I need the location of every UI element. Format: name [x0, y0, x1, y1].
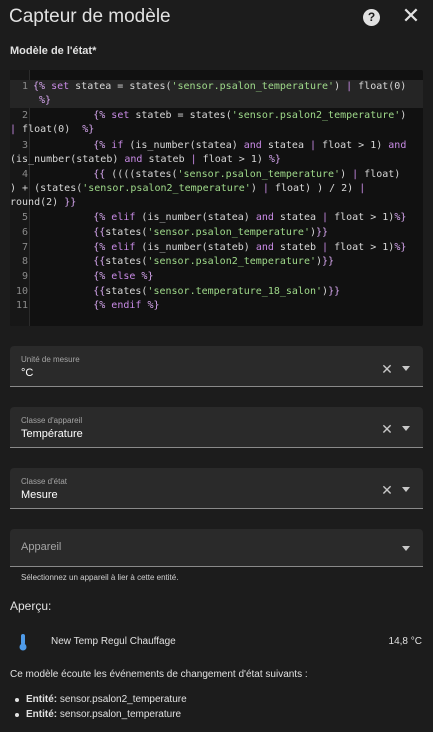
state-template-label: Modèle de l'état*: [10, 45, 97, 57]
preview-entity-state: 14,8 °C: [388, 636, 422, 647]
chevron-down-icon[interactable]: [402, 426, 410, 431]
line-number: 5: [21, 212, 28, 223]
line-number: 7: [21, 242, 28, 253]
code-text: {{states('sensor.psalon_temperature')}}: [93, 227, 329, 238]
list-item: Entité: sensor.psalon2_temperature: [15, 694, 187, 709]
code-line[interactable]: 11 {% endif %}: [10, 299, 423, 313]
entity-label: Entité: [26, 694, 54, 705]
code-line[interactable]: 2 {% set stateb = states('sensor.psalon2…: [10, 109, 423, 137]
listeners-list: Entité: sensor.psalon2_temperature Entit…: [15, 694, 187, 724]
code-text: {% set stateb = states('sensor.psalon2_t…: [10, 110, 407, 135]
listener-entity-id: sensor.psalon_temperature: [59, 709, 182, 720]
entity-label: Entité: [26, 709, 54, 720]
code-line[interactable]: 4 {{ ((((states('sensor.psalon_temperatu…: [10, 168, 423, 210]
line-number: 6: [21, 227, 28, 238]
line-number: 2: [21, 110, 28, 121]
listener-entity-id: sensor.psalon2_temperature: [59, 694, 187, 705]
code-text: {{states('sensor.temperature_18_salon')}…: [93, 286, 341, 297]
code-line[interactable]: 3 {% if (is_number(statea) and statea | …: [10, 139, 423, 167]
thermometer-icon: [19, 634, 27, 651]
device-class-value: Température: [21, 428, 83, 440]
line-number: 3: [21, 140, 28, 151]
state-template-editor[interactable]: 1 {% set statea = states('sensor.psalon_…: [10, 70, 423, 326]
preview-heading: Aperçu:: [10, 599, 52, 613]
device-helper-text: Sélectionnez un appareil à lier à cette …: [21, 573, 179, 582]
chevron-down-icon[interactable]: [402, 366, 410, 371]
code-line[interactable]: 8 {{states('sensor.psalon2_temperature')…: [10, 255, 423, 269]
unit-of-measurement-select[interactable]: Unité de mesure °C ✕: [10, 346, 423, 387]
dialog-title: Capteur de modèle: [9, 6, 171, 27]
template-sensor-dialog: Capteur de modèle ? ✕ Modèle de l'état* …: [0, 0, 433, 732]
chevron-down-icon[interactable]: [402, 487, 410, 492]
state-class-select[interactable]: Classe d'état Mesure ✕: [10, 468, 423, 509]
preview-entity-row[interactable]: New Temp Regul Chauffage 14,8 °C: [10, 630, 423, 654]
code-text: {% elif (is_number(statea) and statea | …: [93, 212, 407, 223]
close-icon[interactable]: ✕: [401, 5, 421, 27]
code-text: {{ ((((states('sensor.psalon_temperature…: [10, 169, 401, 208]
line-number: 1: [21, 81, 28, 92]
code-text: {% elif (is_number(stateb) and stateb | …: [93, 242, 407, 253]
clear-icon[interactable]: ✕: [381, 483, 393, 497]
preview-entity-name: New Temp Regul Chauffage: [51, 636, 176, 647]
line-number: 10: [15, 286, 28, 297]
unit-of-measurement-label: Unité de mesure: [21, 355, 80, 364]
code-line[interactable]: 1 {% set statea = states('sensor.psalon_…: [10, 80, 423, 108]
help-icon[interactable]: ?: [363, 9, 380, 26]
code-line[interactable]: 6 {{states('sensor.psalon_temperature')}…: [10, 226, 423, 240]
code-line[interactable]: 9 {% else %}: [10, 270, 423, 284]
code-text: {{states('sensor.psalon2_temperature')}}: [93, 256, 335, 267]
clear-icon[interactable]: ✕: [381, 362, 393, 376]
state-class-label: Classe d'état: [21, 477, 67, 486]
list-item: Entité: sensor.psalon_temperature: [15, 709, 187, 724]
code-line[interactable]: 7 {% elif (is_number(stateb) and stateb …: [10, 241, 423, 255]
line-number: 4: [21, 169, 28, 180]
code-text: {% else %}: [93, 271, 154, 282]
code-text: {% if (is_number(statea) and statea | fl…: [10, 140, 407, 165]
line-number: 8: [21, 256, 28, 267]
state-class-value: Mesure: [21, 489, 58, 501]
device-class-select[interactable]: Classe d'appareil Température ✕: [10, 407, 423, 448]
code-text: {% endif %}: [93, 300, 160, 311]
line-number: 9: [21, 271, 28, 282]
device-placeholder: Appareil: [21, 541, 62, 553]
code-line[interactable]: 5 {% elif (is_number(statea) and statea …: [10, 211, 423, 225]
unit-of-measurement-value: °C: [21, 367, 34, 379]
chevron-down-icon[interactable]: [402, 546, 410, 551]
line-number: 11: [15, 300, 28, 311]
device-select[interactable]: Appareil: [10, 529, 423, 567]
listeners-heading: Ce modèle écoute les événements de chang…: [10, 669, 308, 680]
dialog-header: Capteur de modèle ? ✕: [0, 0, 433, 36]
code-text: {% set statea = states('sensor.psalon_te…: [33, 81, 407, 106]
device-class-label: Classe d'appareil: [21, 416, 83, 425]
clear-icon[interactable]: ✕: [381, 422, 393, 436]
code-line[interactable]: 10 {{states('sensor.temperature_18_salon…: [10, 285, 423, 299]
